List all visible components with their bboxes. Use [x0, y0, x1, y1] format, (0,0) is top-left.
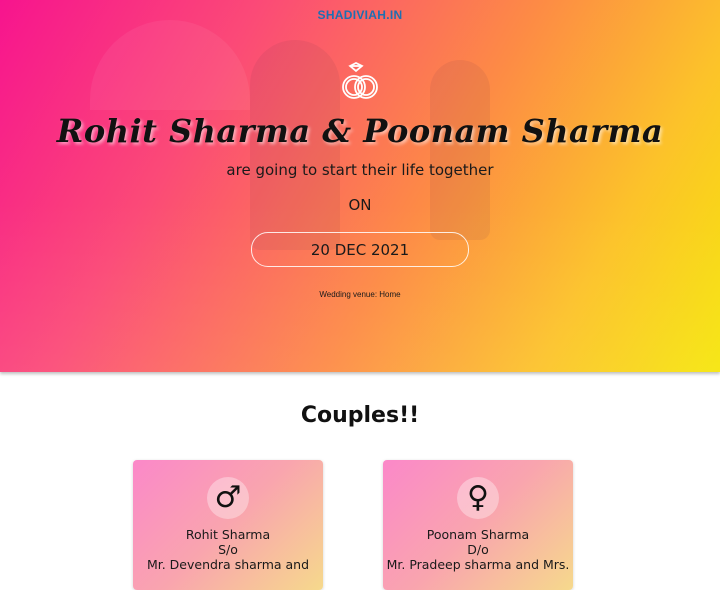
- male-symbol-icon: ♂: [214, 480, 242, 515]
- bride-card: ♀ Poonam Sharma D/o Mr. Pradeep sharma a…: [383, 460, 573, 590]
- groom-relation: S/o: [218, 542, 238, 557]
- couples-section-title: Couples!!: [300, 403, 420, 428]
- wedding-venue-text: Wedding venue: Home: [319, 290, 401, 299]
- hero-subline: are going to start their life together: [226, 161, 494, 179]
- wedding-date-button[interactable]: 20 DEC 2021: [251, 232, 469, 267]
- wedding-rings-icon: [336, 61, 384, 102]
- groom-name: Rohit Sharma: [185, 527, 271, 542]
- male-symbol-badge: ♂: [207, 477, 249, 519]
- hero-banner: SHADIVIAH.IN Rohit Sharma & Poonam Sharm…: [0, 0, 720, 372]
- groom-card: ♂ Rohit Sharma S/o Mr. Devendra sharma a…: [133, 460, 323, 590]
- wedding-date-label: 20 DEC 2021: [310, 240, 410, 259]
- female-symbol-badge: ♀: [457, 477, 499, 519]
- bride-parents: Mr. Pradeep sharma and Mrs.: [386, 557, 570, 572]
- groom-parents: Mr. Devendra sharma and: [146, 557, 310, 572]
- bride-name: Poonam Sharma: [426, 527, 530, 542]
- background-haze: [0, 200, 720, 372]
- on-label: ON: [348, 196, 372, 214]
- site-logo[interactable]: SHADIVIAH.IN: [0, 8, 720, 22]
- female-symbol-icon: ♀: [467, 480, 489, 515]
- couple-names-heading: Rohit Sharma & Poonam Sharma: [56, 112, 664, 150]
- bride-relation: D/o: [467, 542, 489, 557]
- background-photo-mountain: [90, 20, 250, 110]
